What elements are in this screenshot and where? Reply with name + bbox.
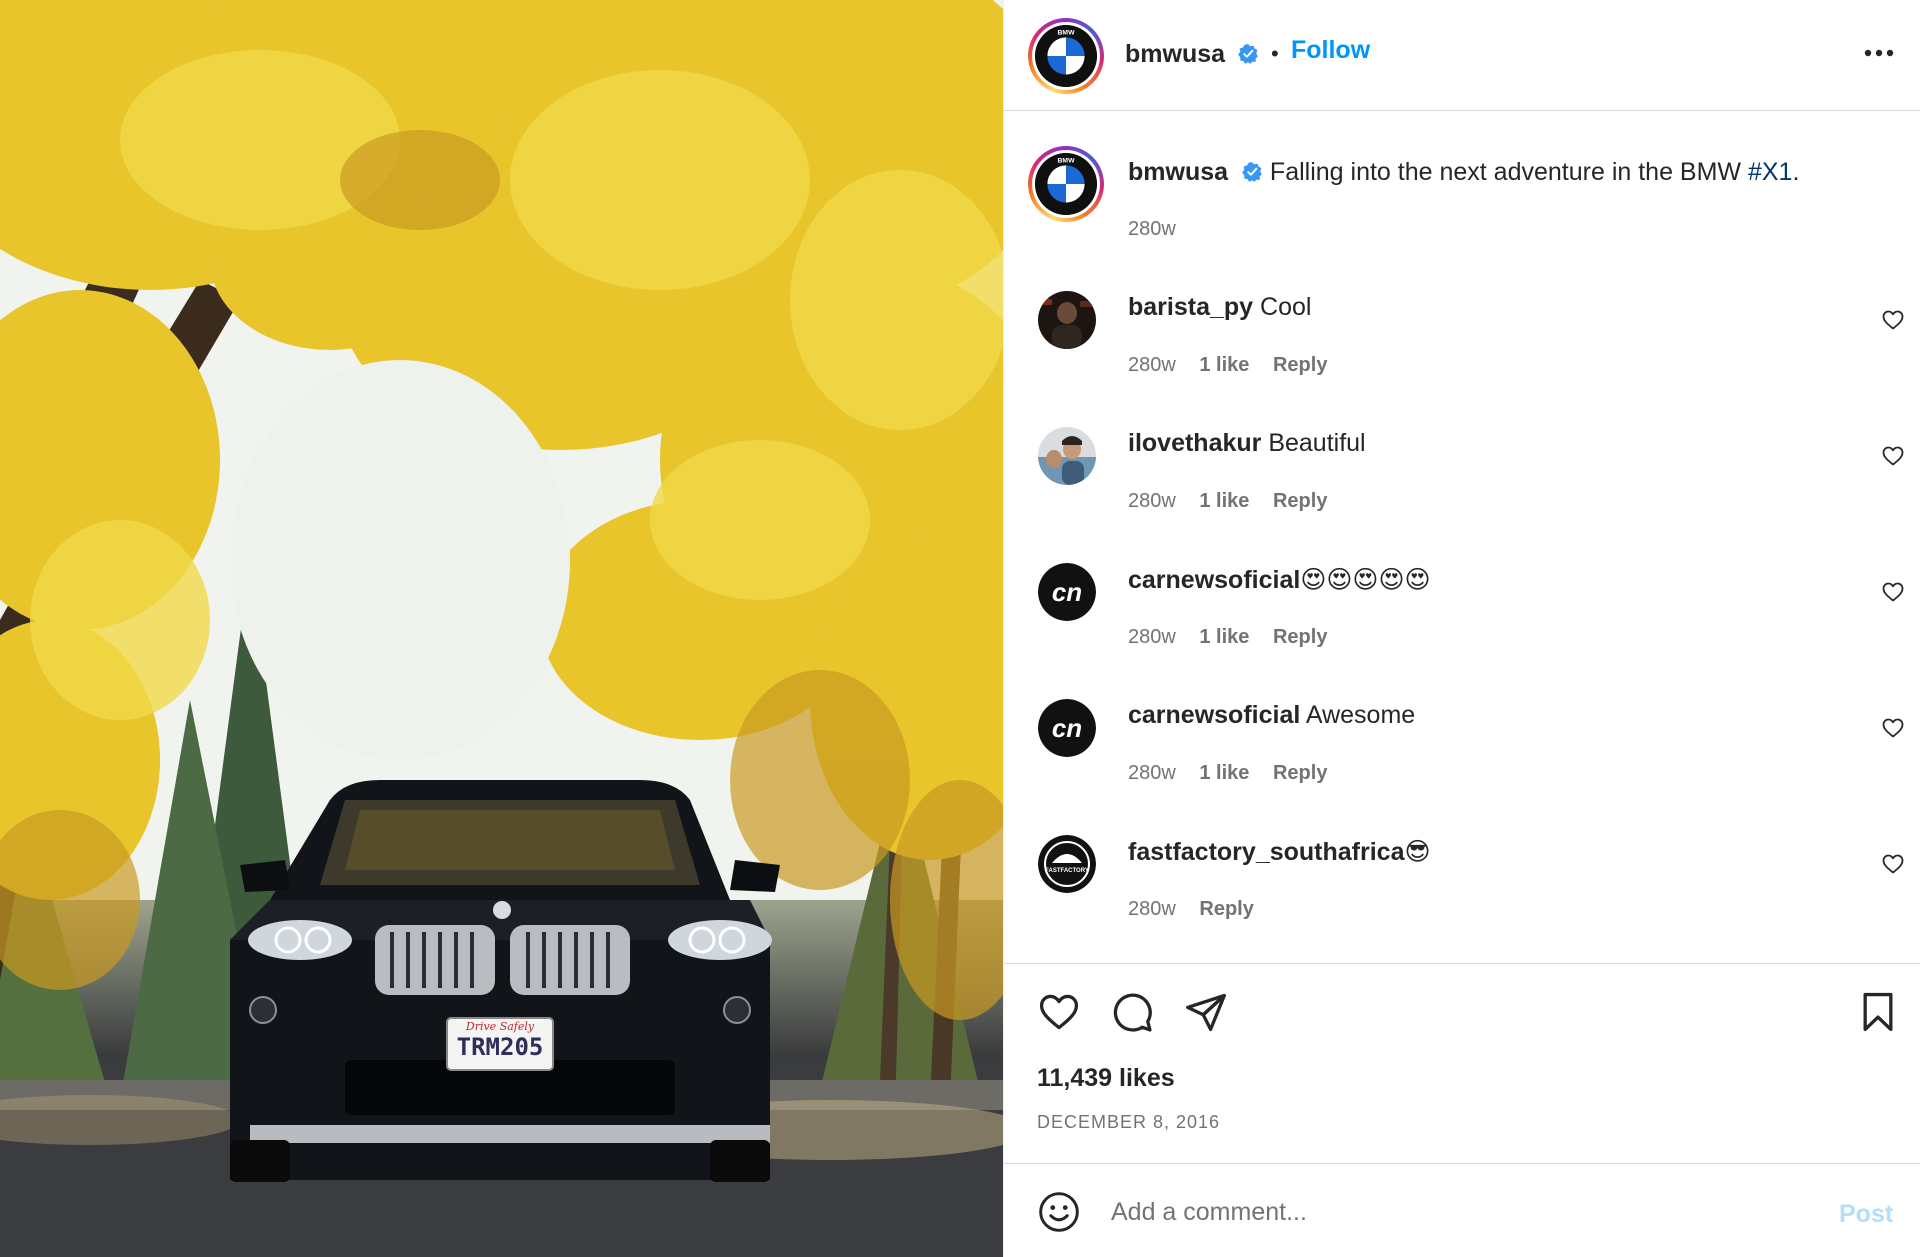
comment-text: 😍😍😍😍😍 xyxy=(1300,566,1431,594)
license-plate-number: TRM205 xyxy=(456,1033,544,1061)
comment-item: barista_py Cool 280w 1 like Reply xyxy=(1004,291,1920,421)
author-username[interactable]: bmwusa xyxy=(1125,40,1225,69)
emoji-smiley-icon[interactable] xyxy=(1037,1190,1081,1234)
author-avatar[interactable]: BMW xyxy=(1028,18,1104,94)
heart-icon[interactable] xyxy=(1881,716,1905,740)
post-header: BMW bmwusa • Follow xyxy=(1004,0,1920,111)
comment-item: FASTFACTORY fastfactory_southafrica 😎 28… xyxy=(1004,835,1920,965)
comment-likes[interactable]: 1 like xyxy=(1199,626,1249,648)
caption-timestamp[interactable]: 280w xyxy=(1128,218,1176,241)
comment-likes[interactable]: 1 like xyxy=(1199,762,1249,784)
comment-bubble-icon[interactable] xyxy=(1110,990,1154,1034)
comment-time[interactable]: 280w xyxy=(1128,626,1176,648)
cn-logo-avatar[interactable]: cn xyxy=(1038,563,1096,621)
post-date: DECEMBER 8, 2016 xyxy=(1037,1112,1221,1132)
cn-logo-text: cn xyxy=(1052,577,1082,607)
comment-username[interactable]: carnewsoficial xyxy=(1128,701,1300,729)
reply-button[interactable]: Reply xyxy=(1199,898,1253,920)
car xyxy=(230,780,780,1182)
heart-icon[interactable] xyxy=(1881,852,1905,876)
caption-end: . xyxy=(1792,158,1800,186)
comment-text: Awesome xyxy=(1300,701,1416,729)
comment-text: Beautiful xyxy=(1261,429,1366,457)
comment-text: Cool xyxy=(1253,293,1312,321)
comment-likes[interactable]: 1 like xyxy=(1199,354,1249,376)
caption-text: Falling into the next adventure in the B… xyxy=(1262,158,1748,186)
license-plate-top: Drive Safely xyxy=(465,1020,535,1033)
logo-letters: BMW xyxy=(1057,29,1075,36)
person-photo-avatar[interactable] xyxy=(1038,291,1096,349)
add-comment-input[interactable] xyxy=(1111,1186,1811,1238)
comment-likes[interactable]: 1 like xyxy=(1199,490,1249,512)
separator-dot: • xyxy=(1271,41,1279,66)
likes-count[interactable]: 11,439 likes xyxy=(1037,1064,1175,1093)
cn-logo-text: cn xyxy=(1052,713,1082,743)
bmw-logo-icon: BMW xyxy=(1035,153,1097,215)
bmw-logo-icon: BMW xyxy=(1035,25,1097,87)
comment-item: cn carnewsoficial 😍😍😍😍😍 280w 1 like Repl… xyxy=(1004,563,1920,693)
comment-username[interactable]: fastfactory_southafrica xyxy=(1128,838,1404,866)
caption-author-avatar[interactable]: BMW xyxy=(1028,146,1104,222)
follow-button[interactable]: Follow xyxy=(1291,36,1370,65)
post-photo[interactable]: Drive Safely TRM205 xyxy=(0,0,1003,1257)
share-paper-plane-icon[interactable] xyxy=(1184,990,1228,1034)
logo-letters: BMW xyxy=(1057,157,1075,164)
reply-button[interactable]: Reply xyxy=(1273,490,1327,512)
comment-username[interactable]: carnewsoficial xyxy=(1128,566,1300,594)
person-photo-avatar[interactable] xyxy=(1038,427,1096,485)
heart-icon[interactable] xyxy=(1881,580,1905,604)
post-caption: bmwusa Falling into the next adventure i… xyxy=(1128,158,1799,187)
caption-hashtag[interactable]: #X1 xyxy=(1748,158,1792,186)
like-heart-icon[interactable] xyxy=(1037,990,1081,1034)
heart-icon[interactable] xyxy=(1881,308,1905,332)
comment-username[interactable]: barista_py xyxy=(1128,293,1253,321)
fastfactory-logo-text: FASTFACTORY xyxy=(1045,868,1089,874)
comment-time[interactable]: 280w xyxy=(1128,762,1176,784)
save-bookmark-icon[interactable] xyxy=(1856,990,1900,1034)
reply-button[interactable]: Reply xyxy=(1273,762,1327,784)
comment-time[interactable]: 280w xyxy=(1128,490,1176,512)
comment-text: 😎 xyxy=(1404,838,1431,866)
autumn-road-bmw-photo xyxy=(0,0,1003,1257)
caption-username[interactable]: bmwusa xyxy=(1128,158,1228,186)
verified-badge-icon xyxy=(1238,44,1258,64)
comment-item: cn carnewsoficial Awesome 280w 1 like Re… xyxy=(1004,699,1920,829)
comment-username[interactable]: ilovethakur xyxy=(1128,429,1261,457)
cn-logo-avatar[interactable]: cn xyxy=(1038,699,1096,757)
comment-time[interactable]: 280w xyxy=(1128,898,1176,920)
heart-icon[interactable] xyxy=(1881,444,1905,468)
post-actions: 11,439 likes DECEMBER 8, 2016 xyxy=(1004,963,1920,1163)
reply-button[interactable]: Reply xyxy=(1273,626,1327,648)
reply-button[interactable]: Reply xyxy=(1273,354,1327,376)
verified-badge-icon xyxy=(1242,162,1262,182)
post-side-panel: BMW bmwusa • Follow BMW bmwusa Falling i… xyxy=(1003,0,1920,1257)
more-options-icon[interactable] xyxy=(1859,38,1899,68)
comment-composer: Post xyxy=(1004,1163,1920,1257)
comment-item: ilovethakur Beautiful 280w 1 like Reply xyxy=(1004,427,1920,557)
comment-time[interactable]: 280w xyxy=(1128,354,1176,376)
post-comment-button[interactable]: Post xyxy=(1839,1200,1893,1229)
fastfactory-logo-avatar[interactable]: FASTFACTORY xyxy=(1038,835,1096,893)
